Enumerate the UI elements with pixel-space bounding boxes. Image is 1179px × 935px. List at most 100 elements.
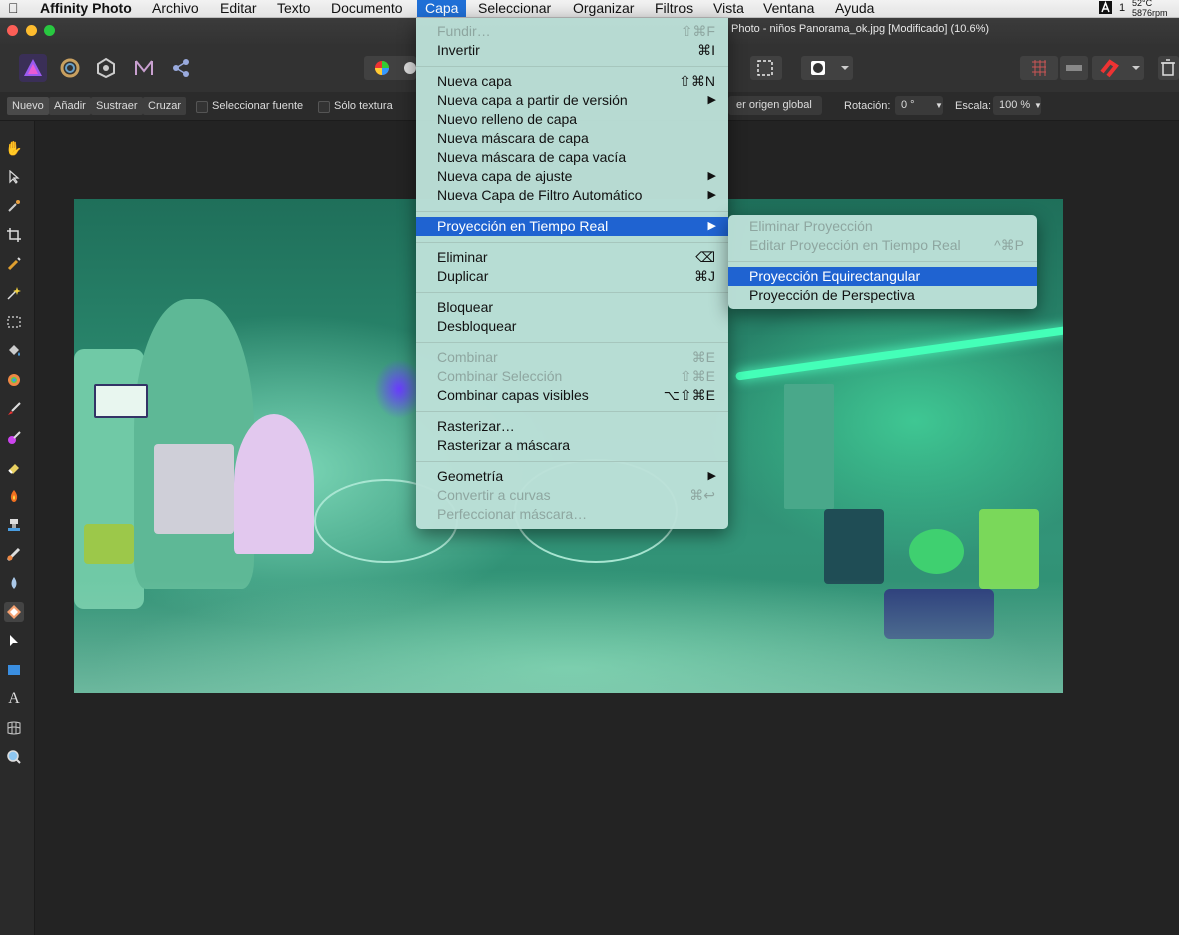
menu-seleccionar[interactable]: Seleccionar	[478, 0, 551, 17]
erase-brush-tool-icon[interactable]	[4, 457, 24, 477]
menu-item-rasterizar[interactable]: Rasterizar…	[416, 417, 728, 436]
sample-source-checkbox[interactable]	[196, 101, 208, 113]
dodge-burn-tool-icon[interactable]	[4, 486, 24, 506]
submenu-item-proyeccion-perspectiva[interactable]: Proyección de Perspectiva	[728, 286, 1037, 305]
apple-icon[interactable]: 	[8, 0, 19, 17]
move-tool-icon[interactable]	[4, 167, 24, 187]
menu-item-combinar-seleccion[interactable]: Combinar Selección ⇧⌘E	[416, 367, 728, 386]
menu-item-proyeccion-tiempo-real[interactable]: Proyección en Tiempo Real ▶	[416, 217, 728, 236]
menu-item-convertir-curvas[interactable]: Convertir a curvas ⌘↩	[416, 486, 728, 505]
rectangle-tool-icon[interactable]	[4, 660, 24, 680]
menu-item-bloquear[interactable]: Bloquear	[416, 298, 728, 317]
submenu-item-eliminar-proyeccion[interactable]: Eliminar Proyección	[728, 217, 1037, 236]
menu-item-nueva-mascara[interactable]: Nueva máscara de capa	[416, 129, 728, 148]
minimize-window-button[interactable]	[26, 25, 37, 36]
menu-item-combinar-visibles[interactable]: Combinar capas visibles ⌥⇧⌘E	[416, 386, 728, 405]
menu-item-geometria[interactable]: Geometría ▶	[416, 467, 728, 486]
menu-item-shortcut: ⌘I	[697, 42, 715, 58]
menu-item-desbloquear[interactable]: Desbloquear	[416, 317, 728, 336]
selection-brush-tool-icon[interactable]	[4, 254, 24, 274]
menu-item-nueva-capa[interactable]: Nueva capa ⇧⌘N	[416, 72, 728, 91]
menu-item-label: Eliminar	[437, 249, 488, 265]
selection-mode-button[interactable]	[801, 56, 853, 80]
mesh-warp-tool-icon[interactable]	[4, 718, 24, 738]
gradient-tool-icon[interactable]	[4, 370, 24, 390]
submenu-arrow-icon: ▶	[707, 94, 716, 106]
menu-ventana[interactable]: Ventana	[763, 0, 814, 17]
mode-new-button[interactable]: Nuevo	[7, 97, 49, 115]
zoom-window-button[interactable]	[44, 25, 55, 36]
menu-item-nueva-capa-filtro[interactable]: Nueva Capa de Filtro Automático ▶	[416, 186, 728, 205]
tone-mapping-persona-icon[interactable]	[130, 54, 158, 82]
menu-item-nueva-mascara-vacia[interactable]: Nueva máscara de capa vacía	[416, 148, 728, 167]
scale-dropdown-icon[interactable]: ▼	[1034, 97, 1042, 115]
menu-item-label: Combinar capas visibles	[437, 387, 589, 403]
export-persona-icon[interactable]	[167, 54, 195, 82]
menu-organizar[interactable]: Organizar	[573, 0, 634, 17]
menu-item-combinar[interactable]: Combinar ⌘E	[416, 348, 728, 367]
menu-item-eliminar[interactable]: Eliminar ⌫	[416, 248, 728, 267]
menu-documento[interactable]: Documento	[331, 0, 403, 17]
menu-item-label: Combinar	[437, 349, 498, 365]
adobe-icon[interactable]	[1098, 0, 1113, 17]
menu-capa[interactable]: Capa	[417, 0, 467, 17]
hand-tool-icon[interactable]: ✋	[4, 138, 24, 158]
menu-item-invertir[interactable]: Invertir ⌘I	[416, 41, 728, 60]
close-window-button[interactable]	[7, 25, 18, 36]
color-replacement-brush-icon[interactable]	[4, 428, 24, 448]
develop-persona-icon[interactable]	[92, 54, 120, 82]
menu-item-label: Nueva capa a partir de versión	[437, 92, 628, 108]
transform-icon[interactable]	[750, 56, 782, 80]
clone-brush-tool-icon[interactable]	[4, 515, 24, 535]
menu-item-rasterizar-mascara[interactable]: Rasterizar a máscara	[416, 436, 728, 455]
menu-item-label: Duplicar	[437, 268, 489, 284]
mode-subtract-button[interactable]: Sustraer	[91, 97, 143, 115]
menu-item-nueva-capa-ajuste[interactable]: Nueva capa de ajuste ▶	[416, 167, 728, 186]
menu-item-label: Nueva capa	[437, 73, 512, 89]
red-eye-tool-icon[interactable]	[4, 602, 24, 622]
fill-tool-icon[interactable]	[4, 341, 24, 361]
blur-brush-tool-icon[interactable]	[4, 573, 24, 593]
menu-item-perfeccionar-mascara[interactable]: Perfeccionar máscara…	[416, 505, 728, 524]
menu-filtros[interactable]: Filtros	[655, 0, 693, 17]
projection-submenu: Eliminar Proyección Editar Proyección en…	[728, 215, 1037, 309]
mode-intersect-button[interactable]: Cruzar	[143, 97, 187, 115]
global-origin-field[interactable]: er origen global	[728, 96, 822, 115]
menu-item-fundir[interactable]: Fundir… ⇧⌘F	[416, 22, 728, 41]
menu-item-nueva-capa-version[interactable]: Nueva capa a partir de versión ▶	[416, 91, 728, 110]
text-tool-icon[interactable]: A	[4, 689, 24, 709]
submenu-item-editar-proyeccion[interactable]: Editar Proyección en Tiempo Real ^⌘P	[728, 236, 1037, 255]
sample-source-label: Seleccionar fuente	[212, 100, 304, 112]
menu-item-label: Invertir	[437, 42, 480, 58]
menu-texto[interactable]: Texto	[277, 0, 310, 17]
menu-item-nuevo-relleno[interactable]: Nuevo relleno de capa	[416, 110, 728, 129]
submenu-item-proyeccion-equirectangular[interactable]: Proyección Equirectangular	[728, 267, 1037, 286]
color-picker-tool-icon[interactable]	[4, 196, 24, 216]
node-tool-icon[interactable]	[4, 631, 24, 651]
crop-tool-icon[interactable]	[4, 225, 24, 245]
menu-separator	[416, 342, 728, 343]
menu-ayuda[interactable]: Ayuda	[835, 0, 874, 17]
mode-add-button[interactable]: Añadir	[49, 97, 91, 115]
zoom-tool-icon[interactable]	[4, 747, 24, 767]
snapping-icon[interactable]	[1060, 56, 1088, 80]
color-tools-button[interactable]	[364, 56, 416, 80]
healing-brush-tool-icon[interactable]	[4, 544, 24, 564]
menu-vista[interactable]: Vista	[713, 0, 744, 17]
menu-archivo[interactable]: Archivo	[152, 0, 199, 17]
menu-editar[interactable]: Editar	[220, 0, 257, 17]
menu-item-label: Nueva capa de ajuste	[437, 168, 573, 184]
capa-menu: Fundir… ⇧⌘F Invertir ⌘I Nueva capa ⇧⌘N Nuev…	[416, 18, 728, 529]
menu-app-name[interactable]: Affinity Photo	[40, 0, 132, 17]
marquee-tool-icon[interactable]	[4, 312, 24, 332]
liquify-persona-icon[interactable]	[56, 54, 84, 82]
texture-only-checkbox[interactable]	[318, 101, 330, 113]
grid-icon[interactable]	[1020, 56, 1058, 80]
paint-brush-tool-icon[interactable]	[4, 399, 24, 419]
trash-icon[interactable]	[1158, 56, 1179, 80]
menu-item-duplicar[interactable]: Duplicar ⌘J	[416, 267, 728, 286]
rotation-dropdown-icon[interactable]: ▼	[935, 97, 943, 115]
flood-select-tool-icon[interactable]	[4, 283, 24, 303]
photo-persona-icon[interactable]	[19, 54, 47, 82]
magnet-icon[interactable]	[1092, 56, 1144, 80]
